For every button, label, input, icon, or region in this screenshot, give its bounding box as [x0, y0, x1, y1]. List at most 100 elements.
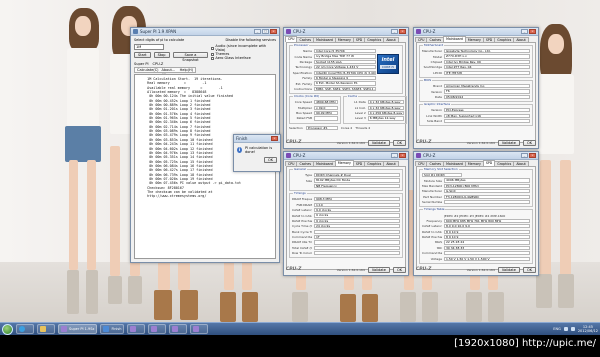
spd-field-value[interactable]: PC3-12800 (800 MHz) — [444, 183, 530, 189]
clock-field-value[interactable]: x 49.0 — [314, 105, 338, 110]
memory-timing-field-value[interactable]: 1:10 — [314, 202, 400, 207]
graphic-field-value[interactable] — [444, 119, 530, 124]
minimize-button[interactable]: _ — [521, 29, 528, 34]
clock-field-value[interactable]: 4899.68 MHz — [314, 100, 338, 105]
bios-field-value[interactable]: American Megatrends Inc. — [444, 84, 530, 89]
tab-cpuz[interactable]: CPU-Z — [153, 62, 164, 66]
ok-button[interactable]: OK — [392, 139, 406, 146]
service-audio-checkbox[interactable]: Audio (since incomplete with Vista) — [211, 44, 276, 52]
taskbar-item[interactable] — [169, 324, 188, 334]
memory-timing-field-value[interactable] — [314, 251, 400, 256]
motherboard-field-value[interactable]: Intel Ivy Bridge Rev. 09 — [444, 59, 530, 65]
memory-timing-field-value[interactable]: 1T — [314, 235, 400, 240]
menu-calculate[interactable]: Calculate(C) — [137, 68, 159, 72]
taskbar-item[interactable]: Super PI 1.9Sx — [58, 324, 98, 334]
processor-field-value[interactable]: 6 Model A Stepping 9 — [314, 76, 376, 81]
maximize-button[interactable]: □ — [262, 29, 269, 34]
minimize-button[interactable]: _ — [391, 29, 398, 34]
spd-timing-row-value[interactable]: 22 25 28 24 — [444, 240, 530, 245]
menu-about[interactable]: About...(A) — [162, 68, 177, 77]
taskbar-item[interactable] — [127, 324, 146, 334]
superpi-titlebar[interactable]: Super PI 1.9 XPAN _ □ × — [131, 28, 279, 36]
close-button[interactable]: × — [399, 153, 406, 158]
bios-field-value[interactable]: F6 — [444, 89, 530, 94]
dialog-titlebar[interactable]: Finish × — [234, 135, 280, 143]
volume-icon[interactable] — [570, 327, 575, 331]
cpuz-titlebar[interactable]: CPU-Z _ × — [284, 28, 408, 36]
tab-superpi[interactable]: Super PI — [134, 62, 149, 66]
menu-help[interactable]: Help(H) — [180, 68, 193, 72]
spd-timing-row-value[interactable]: 1.50 V 1.50 V 1.50 V 1.500 V — [444, 256, 530, 261]
graphic-field-value[interactable]: x8 Max. Supported x16 — [444, 113, 530, 118]
digits-select[interactable]: 1M — [134, 44, 164, 50]
memory-timing-field-value[interactable] — [314, 245, 400, 250]
processor-field-value[interactable]: 6 Ext. Model 3A Revision E1 — [314, 81, 376, 86]
bios-field-value[interactable]: 05/08/2012 — [444, 94, 530, 100]
validate-button[interactable]: Validate — [367, 266, 390, 273]
spd-field-value[interactable]: G.Skill — [444, 189, 530, 194]
minimize-button[interactable]: _ — [254, 29, 261, 34]
memory-timing-field-value[interactable]: 24 clocks — [314, 224, 400, 229]
close-button[interactable]: × — [271, 136, 278, 141]
memory-timing-field-value[interactable]: 9 clocks — [314, 218, 400, 224]
spd-timing-row-value[interactable]: 609 MHz 685 MHz 761 MHz 800 MHz — [444, 218, 530, 224]
clock-field-value[interactable] — [314, 116, 338, 121]
minimize-button[interactable]: _ — [391, 153, 398, 158]
processor-field-value[interactable]: Intel(R) Core(TM) i5-3570K CPU @ 3.40GHz — [314, 70, 376, 75]
cache-field-value[interactable]: 4 x 256 KBytes 8-way — [367, 111, 405, 116]
memory-general-field-value[interactable]: DDR3 Channels # Dual — [314, 173, 400, 178]
spd-field-value[interactable]: F3-12800CL9-4GBSRC — [444, 194, 530, 199]
cpuz-titlebar[interactable]: CPU-Z _ × — [284, 152, 408, 160]
start-button[interactable]: Start — [134, 52, 151, 58]
ok-button[interactable]: OK — [263, 157, 277, 163]
ok-button[interactable]: OK — [392, 266, 406, 273]
processor-field-value[interactable]: 22 nm Core Voltage 1.432 V — [314, 65, 376, 70]
memory-timing-field-value[interactable]: 998.3 MHz — [314, 197, 400, 202]
minimize-button[interactable]: _ — [521, 153, 528, 158]
graphic-field-value[interactable]: PCI-Express — [444, 108, 530, 113]
memory-timing-field-value[interactable]: 9.0 clocks — [314, 208, 400, 213]
processor-field-value[interactable]: Ivy Bridge Max TDP 77 W — [314, 54, 376, 59]
motherboard-field-value[interactable]: Z77X-D3H x.x — [444, 54, 530, 59]
motherboard-field-value[interactable]: ITE IT8728 — [444, 70, 530, 75]
memory-general-field-value[interactable]: NB Frequency — [314, 183, 400, 189]
ok-button[interactable]: OK — [522, 139, 536, 146]
spd-timing-row-value[interactable]: 8 9 10 9 — [444, 229, 530, 234]
close-button[interactable]: × — [529, 29, 536, 34]
cpuz-titlebar[interactable]: CPU-Z _ × — [414, 28, 538, 36]
stop-button[interactable]: Stop — [153, 52, 170, 58]
ok-button[interactable]: OK — [522, 266, 536, 273]
taskbar-item[interactable]: Finish — [100, 324, 125, 334]
cache-field-value[interactable]: 6 MBytes 12-way — [367, 116, 405, 121]
processor-field-value[interactable]: MMX, SSE, SSE2, SSE3, SSSE3, SSE4.1, SSE… — [314, 86, 376, 92]
spd-timing-row-value[interactable] — [444, 251, 530, 256]
save-snapshot-button[interactable]: Save a Snapshot — [172, 52, 209, 62]
validate-button[interactable]: Validate — [497, 266, 520, 273]
validate-button[interactable]: Validate — [497, 139, 520, 146]
close-button[interactable]: × — [399, 29, 406, 34]
memory-timing-field-value[interactable]: 9 clocks — [314, 213, 400, 218]
network-icon[interactable] — [563, 327, 568, 331]
processor-field-value[interactable]: Socket 1155 LGA — [314, 59, 376, 65]
clock-field-value[interactable]: 99.99 MHz — [314, 111, 338, 116]
processor-field-value[interactable]: Intel Core i5 3570K — [314, 49, 376, 54]
motherboard-field-value[interactable]: Intel Z77 Rev. 04 — [444, 65, 530, 70]
close-button[interactable]: × — [270, 29, 277, 34]
slot-select[interactable]: Slot #1 DDR3 — [422, 173, 462, 178]
taskbar-item-ie[interactable] — [16, 324, 34, 334]
spd-timing-row-value[interactable]: 8.0 9.0 10.0 9.0 — [444, 224, 530, 229]
cache-field-value[interactable]: 4 x 32 KBytes 8-way — [367, 100, 405, 105]
start-button[interactable] — [2, 323, 13, 335]
spd-field-value[interactable] — [444, 200, 530, 205]
spd-timing-row-value[interactable]: 30 34 38 33 — [444, 245, 530, 250]
cpuz-titlebar[interactable]: CPU-Z _ × — [414, 152, 538, 160]
memory-timing-field-value[interactable] — [314, 229, 400, 234]
motherboard-field-value[interactable]: Gigabyte Technology Co., Ltd. — [444, 49, 530, 54]
validate-button[interactable]: Validate — [367, 139, 390, 146]
spd-timing-row-value[interactable]: 8 9 10 9 — [444, 235, 530, 240]
taskbar-item[interactable] — [190, 324, 209, 334]
spd-field-value[interactable]: 4096 MBytes — [444, 178, 530, 183]
language-indicator[interactable]: ENG — [553, 327, 561, 331]
clock[interactable]: 12:45 2012/06/12 — [578, 325, 598, 333]
taskbar-item[interactable] — [148, 324, 167, 334]
